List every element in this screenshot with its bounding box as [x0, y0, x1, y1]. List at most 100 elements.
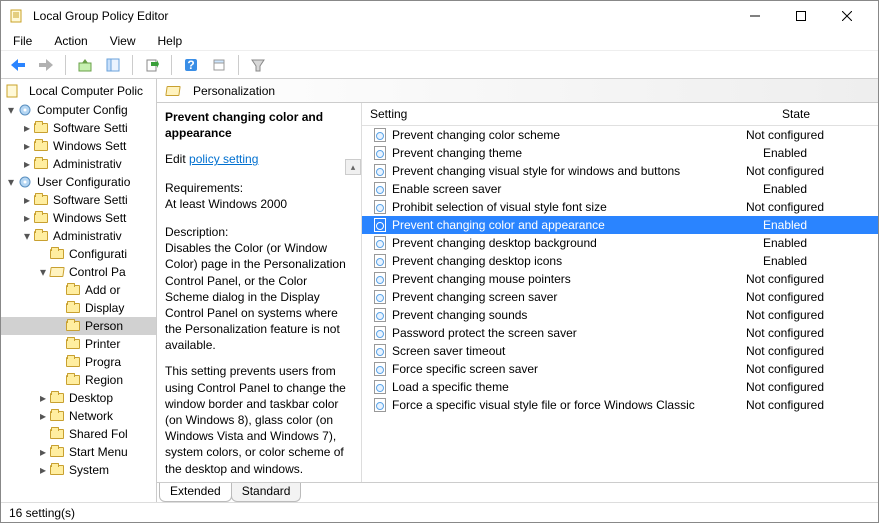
setting-name: Prevent changing color and appearance — [392, 218, 712, 232]
setting-row[interactable]: Prevent changing desktop backgroundEnabl… — [362, 234, 878, 252]
expand-icon[interactable]: ▸ — [21, 211, 33, 225]
setting-row[interactable]: Load a specific themeNot configured — [362, 378, 878, 396]
setting-row[interactable]: Force specific screen saverNot configure… — [362, 360, 878, 378]
menu-help[interactable]: Help — [154, 32, 187, 50]
tree-item[interactable]: ▸Software Setti — [1, 119, 156, 137]
filter-icon[interactable] — [247, 54, 269, 76]
requirements-label: Requirements: — [165, 180, 353, 196]
close-button[interactable] — [824, 1, 870, 31]
setting-row[interactable]: Prevent changing color and appearanceEna… — [362, 216, 878, 234]
expand-icon[interactable]: ▸ — [21, 121, 33, 135]
folder-icon — [49, 246, 65, 262]
tree-item[interactable]: Display — [1, 299, 156, 317]
menu-view[interactable]: View — [106, 32, 140, 50]
tree-item[interactable]: ▾User Configuratio — [1, 173, 156, 191]
description-label: Description: — [165, 224, 353, 240]
edit-policy-link[interactable]: policy setting — [189, 152, 258, 166]
expand-icon[interactable]: ▸ — [37, 463, 49, 477]
setting-state: Enabled — [712, 146, 878, 160]
tree-item-label: Windows Sett — [53, 139, 126, 153]
tree-item[interactable]: Add or — [1, 281, 156, 299]
tree-item[interactable]: ▸Network — [1, 407, 156, 425]
minimize-button[interactable] — [732, 1, 778, 31]
expand-icon[interactable]: ▾ — [5, 103, 17, 117]
folder-icon — [49, 408, 65, 424]
setting-row[interactable]: Prohibit selection of visual style font … — [362, 198, 878, 216]
toolbar-separator — [132, 55, 133, 75]
console-tree[interactable]: Local Computer Polic ▾Computer Config ▸ So… — [1, 79, 157, 502]
tree-item[interactable]: ▸ Software Setti — [1, 191, 156, 209]
tree-item-label: Software Setti — [53, 193, 128, 207]
gear-icon — [17, 102, 33, 118]
policy-icon — [372, 343, 388, 359]
setting-row[interactable]: Enable screen saverEnabled — [362, 180, 878, 198]
tree-item[interactable]: ▸Windows Sett — [1, 209, 156, 227]
setting-row[interactable]: Prevent changing mouse pointersNot confi… — [362, 270, 878, 288]
policy-icon — [372, 361, 388, 377]
up-level-icon[interactable] — [74, 54, 96, 76]
tree-item[interactable]: Shared Fol — [1, 425, 156, 443]
setting-row[interactable]: Prevent changing desktop iconsEnabled — [362, 252, 878, 270]
expand-icon[interactable]: ▾ — [21, 229, 33, 243]
setting-row[interactable]: Force a specific visual style file or fo… — [362, 396, 878, 414]
setting-row[interactable]: Prevent changing soundsNot configured — [362, 306, 878, 324]
tree-item[interactable]: Configurati — [1, 245, 156, 263]
folder-icon — [49, 444, 65, 460]
expand-icon[interactable]: ▸ — [37, 445, 49, 459]
statusbar: 16 setting(s) — [1, 502, 878, 522]
setting-row[interactable]: Password protect the screen saverNot con… — [362, 324, 878, 342]
settings-list[interactable]: Prevent changing color schemeNot configu… — [362, 126, 878, 482]
properties-icon[interactable] — [208, 54, 230, 76]
export-list-icon[interactable] — [141, 54, 163, 76]
tree-item[interactable]: ▾Computer Config — [1, 101, 156, 119]
tree-item[interactable]: Person — [1, 317, 156, 335]
expand-icon[interactable]: ▸ — [21, 157, 33, 171]
tree-item[interactable]: ▾Administrativ — [1, 227, 156, 245]
maximize-button[interactable] — [778, 1, 824, 31]
tree-item[interactable]: ▸Desktop — [1, 389, 156, 407]
expand-icon[interactable]: ▾ — [5, 175, 17, 189]
setting-row[interactable]: Prevent changing themeEnabled — [362, 144, 878, 162]
forward-button[interactable] — [35, 54, 57, 76]
setting-name: Force specific screen saver — [392, 362, 712, 376]
expand-icon[interactable]: ▸ — [37, 391, 49, 405]
setting-row[interactable]: Prevent changing color schemeNot configu… — [362, 126, 878, 144]
setting-state: Enabled — [712, 218, 878, 232]
tree-item[interactable]: ▾Control Pa — [1, 263, 156, 281]
tab-standard[interactable]: Standard — [231, 483, 302, 502]
scroll-up-icon[interactable]: ▴ — [345, 159, 361, 175]
setting-state: Not configured — [712, 362, 878, 376]
tree-item[interactable]: ▸Start Menu — [1, 443, 156, 461]
tree-item[interactable]: Region — [1, 371, 156, 389]
tree-item-label: Add or — [85, 283, 120, 297]
list-column-headers[interactable]: Setting State — [362, 103, 878, 126]
show-hide-tree-icon[interactable] — [102, 54, 124, 76]
window-title: Local Group Policy Editor — [29, 9, 732, 23]
setting-row[interactable]: Prevent changing screen saverNot configu… — [362, 288, 878, 306]
tree-item[interactable]: ▸System — [1, 461, 156, 479]
tree-item[interactable]: ▸ Windows Sett — [1, 137, 156, 155]
tree-item[interactable]: Progra — [1, 353, 156, 371]
setting-state: Not configured — [712, 272, 878, 286]
expand-icon[interactable]: ▸ — [21, 139, 33, 153]
setting-row[interactable]: Prevent changing visual style for window… — [362, 162, 878, 180]
expand-icon[interactable]: ▸ — [21, 193, 33, 207]
setting-state: Enabled — [712, 182, 878, 196]
expand-icon[interactable]: ▸ — [37, 409, 49, 423]
help-icon[interactable]: ? — [180, 54, 202, 76]
toolbar-separator — [238, 55, 239, 75]
policy-icon — [372, 181, 388, 197]
tree-item[interactable]: ▸Administrativ — [1, 155, 156, 173]
tab-extended[interactable]: Extended — [159, 483, 232, 502]
tree-item[interactable]: Printer — [1, 335, 156, 353]
column-header-setting[interactable]: Setting — [362, 103, 714, 125]
menu-file[interactable]: File — [9, 32, 36, 50]
expand-icon[interactable]: ▾ — [37, 265, 49, 279]
tree-root[interactable]: Local Computer Polic — [1, 81, 156, 101]
back-button[interactable] — [7, 54, 29, 76]
status-text: 16 setting(s) — [9, 506, 75, 520]
menu-action[interactable]: Action — [50, 32, 91, 50]
column-header-state[interactable]: State — [714, 103, 878, 125]
setting-row[interactable]: Screen saver timeoutNot configured — [362, 342, 878, 360]
folder-icon — [65, 282, 81, 298]
